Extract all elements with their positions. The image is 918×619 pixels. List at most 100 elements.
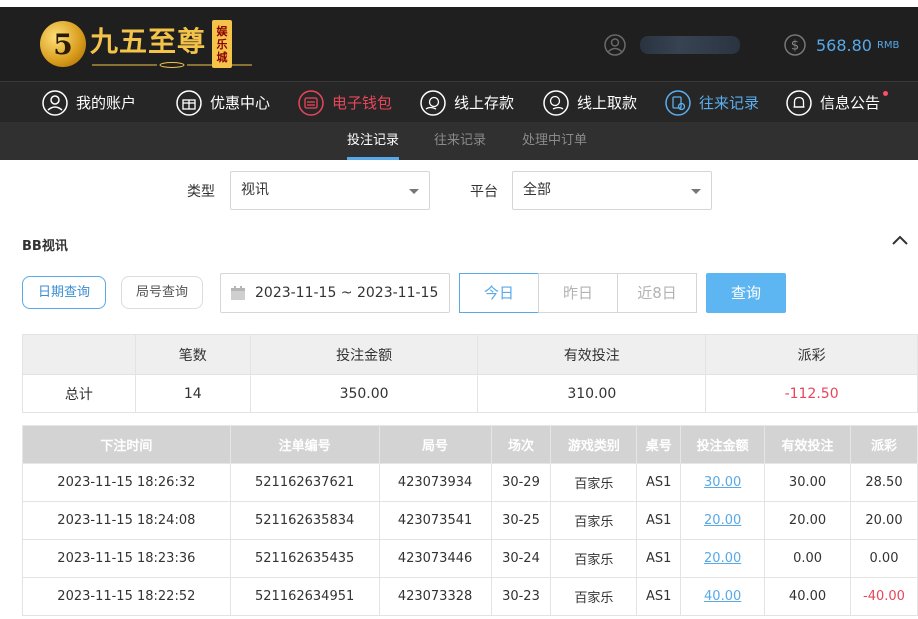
nav-item-promotions[interactable]: 优惠中心 xyxy=(176,82,270,123)
bet-amount-link[interactable]: 20.00 xyxy=(680,539,766,578)
table-cell: 521162635834 xyxy=(229,501,380,540)
gift-icon xyxy=(176,89,202,116)
nav-item-label: 优惠中心 xyxy=(210,94,271,112)
quick-today-button[interactable]: 今日 xyxy=(459,273,539,313)
records-header-cell: 有效投注 xyxy=(764,425,851,464)
nav-item-label: 我的账户 xyxy=(76,94,137,112)
notification-dot xyxy=(883,91,889,96)
table-cell: 423073328 xyxy=(378,577,492,616)
table-cell: 2023-11-15 18:26:32 xyxy=(22,463,231,502)
type-select[interactable]: 视讯 xyxy=(230,171,430,210)
deposit-icon xyxy=(420,89,446,116)
nav-item-ewallet[interactable]: 电子钱包 xyxy=(298,82,392,123)
brand-tag-char: 娱 xyxy=(216,24,228,38)
nav-item-account[interactable]: 我的账户 xyxy=(42,82,136,123)
summary-header-cell: 笔数 xyxy=(134,334,251,375)
round-query-button[interactable]: 局号查询 xyxy=(121,276,203,309)
summary-header-cell: 派彩 xyxy=(705,334,918,375)
masked-username xyxy=(640,36,740,54)
nav-item-label: 线上取款 xyxy=(577,94,638,112)
table-row: 2023-11-15 18:22:52 521162634951 4230733… xyxy=(22,577,918,616)
balance-display: $ 568.80 RMB xyxy=(784,34,899,56)
records-header-cell: 桌号 xyxy=(636,425,682,464)
brand-tag: 娱 乐 城 xyxy=(212,20,233,68)
table-cell: 20.00 xyxy=(849,501,918,540)
tab-transaction-records[interactable]: 往来记录 xyxy=(434,122,486,160)
table-cell: AS1 xyxy=(636,539,682,578)
platform-label: 平台 xyxy=(470,184,498,200)
dollar-coin-icon: $ xyxy=(784,34,806,56)
tab-bet-records[interactable]: 投注记录 xyxy=(347,122,400,160)
table-row: 2023-11-15 18:24:08 521162635834 4230735… xyxy=(22,501,918,540)
table-cell: -40.00 xyxy=(849,577,918,616)
summary-cell: 310.00 xyxy=(477,374,707,413)
table-cell: 0.00 xyxy=(764,539,851,578)
platform-select[interactable]: 全部 xyxy=(512,171,712,210)
summary-cell: 总计 xyxy=(22,374,136,413)
records-header-cell: 下注时间 xyxy=(22,425,231,464)
table-cell: 百家乐 xyxy=(550,463,638,502)
svg-text:$: $ xyxy=(791,39,799,54)
nav-item-label: 电子钱包 xyxy=(332,94,393,112)
nav-item-deposit[interactable]: 线上存款 xyxy=(420,82,514,123)
brand-logo[interactable]: 5 九五至尊 娱 乐 城 xyxy=(40,17,252,71)
table-row: 2023-11-15 18:23:36 521162635435 4230734… xyxy=(22,539,918,578)
bet-amount-link[interactable]: 40.00 xyxy=(680,577,766,616)
bell-icon xyxy=(786,89,812,116)
nav-item-announcements[interactable]: 信息公告 xyxy=(786,82,889,123)
bet-amount-link[interactable]: 30.00 xyxy=(680,463,766,502)
nav-item-label: 信息公告 xyxy=(820,94,881,112)
table-cell: 423073934 xyxy=(378,463,492,502)
records-header-cell: 游戏类别 xyxy=(550,425,638,464)
quick-yesterday-button[interactable]: 昨日 xyxy=(538,273,618,313)
quick-8days-button[interactable]: 近8日 xyxy=(617,273,697,313)
balance-amount: 568.80 xyxy=(816,35,872,55)
date-query-button[interactable]: 日期查询 xyxy=(22,276,106,309)
table-cell: 30-23 xyxy=(490,577,552,616)
record-icon xyxy=(665,89,691,116)
table-cell: 0.00 xyxy=(849,539,918,578)
sub-tabs: 投注记录 往来记录 处理中订单 xyxy=(0,122,918,160)
chevron-up-icon[interactable] xyxy=(891,233,909,247)
type-label: 类型 xyxy=(187,184,215,200)
table-cell: 521162637621 xyxy=(229,463,380,502)
table-cell: 2023-11-15 18:22:52 xyxy=(22,577,231,616)
table-cell: 百家乐 xyxy=(550,501,638,540)
tab-pending-orders[interactable]: 处理中订单 xyxy=(522,122,587,160)
user-area[interactable] xyxy=(604,34,740,56)
balance-unit: RMB xyxy=(876,39,900,51)
table-cell: 521162634951 xyxy=(229,577,380,616)
summary-row: 总计 14 350.00 310.00 -112.50 xyxy=(22,374,918,413)
withdraw-icon xyxy=(543,89,569,116)
bet-amount-link[interactable]: 20.00 xyxy=(680,501,766,540)
table-cell: AS1 xyxy=(636,577,682,616)
chevron-down-icon xyxy=(409,189,419,194)
table-cell: 30-25 xyxy=(490,501,552,540)
nav-item-withdraw[interactable]: 线上取款 xyxy=(543,82,637,123)
summary-header-cell: 有效投注 xyxy=(477,334,707,375)
date-range-value: 2023-11-15 ~ 2023-11-15 xyxy=(255,285,439,301)
table-cell: AS1 xyxy=(636,501,682,540)
table-cell: AS1 xyxy=(636,463,682,502)
brand-name: 九五至尊 xyxy=(90,25,207,58)
table-cell: 百家乐 xyxy=(550,539,638,578)
table-cell: 423073446 xyxy=(378,539,492,578)
table-cell: 百家乐 xyxy=(550,577,638,616)
table-cell: 40.00 xyxy=(764,577,851,616)
chevron-down-icon xyxy=(691,189,701,194)
wallet-icon xyxy=(298,89,324,116)
records-table: 下注时间 注单编号 局号 场次 游戏类别 桌号 投注金额 有效投注 派彩 202… xyxy=(22,425,918,616)
records-header-cell: 局号 xyxy=(378,425,492,464)
nav-item-records[interactable]: 往来记录 xyxy=(665,82,759,123)
table-cell: 2023-11-15 18:24:08 xyxy=(22,501,231,540)
brand-tag-char: 乐 xyxy=(216,37,228,51)
nav-item-label: 线上存款 xyxy=(454,94,515,112)
platform-select-value: 全部 xyxy=(523,182,551,198)
records-header-cell: 投注金额 xyxy=(680,425,766,464)
summary-cell: 350.00 xyxy=(249,374,479,413)
date-range-input[interactable]: 2023-11-15 ~ 2023-11-15 xyxy=(220,273,450,313)
type-select-value: 视讯 xyxy=(241,182,269,198)
query-button[interactable]: 查询 xyxy=(706,273,786,313)
summary-header-row: 笔数 投注金额 有效投注 派彩 xyxy=(22,334,918,375)
table-cell: 20.00 xyxy=(764,501,851,540)
